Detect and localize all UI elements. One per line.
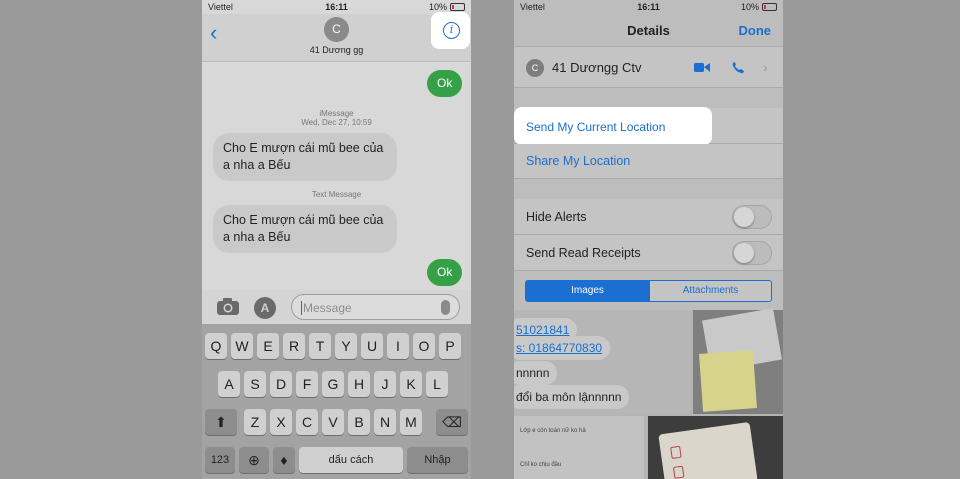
keyboard: Q W E R T Y U I O P A S D F G H J K L ⬆ … (202, 324, 471, 479)
key[interactable]: D (270, 371, 292, 397)
key[interactable]: T (309, 333, 331, 359)
chevron-right-icon: › (763, 59, 768, 75)
key[interactable]: K (400, 371, 422, 397)
attachment-text: đổi ba môn lậnnnnn (514, 385, 630, 409)
key[interactable]: I (387, 333, 409, 359)
return-key[interactable]: Nhập (407, 447, 468, 473)
tab-attachments[interactable]: Attachments (649, 281, 771, 301)
key[interactable]: U (361, 333, 383, 359)
key[interactable]: X (270, 409, 292, 435)
contact-name[interactable]: 41 Dương gg (202, 45, 471, 55)
share-location-button[interactable]: Share My Location (526, 154, 630, 168)
read-receipts-row: Send Read Receipts (514, 235, 783, 271)
received-bubble: Cho E mượn cái mũ bee của a nha a Bếu (213, 133, 397, 181)
sent-bubble: Ok (427, 259, 463, 286)
contact-name: 41 Dươngg Ctv (552, 60, 642, 75)
input-bar: A Message (202, 290, 471, 324)
key[interactable]: A (218, 371, 240, 397)
key[interactable]: H (348, 371, 370, 397)
key[interactable]: Z (244, 409, 266, 435)
key[interactable]: O (413, 333, 435, 359)
attachment-text: Lớp e còn toán nữ ko hả (520, 428, 586, 434)
avatar: C (526, 59, 544, 77)
status-bar: Viettel 16:11 10% (514, 0, 783, 14)
read-receipts-toggle[interactable] (732, 241, 772, 265)
sent-bubble: Ok (427, 70, 463, 97)
key[interactable]: F (296, 371, 318, 397)
timestamp: Wed, Dec 27, 10:59 (301, 118, 372, 127)
battery-percent: 10% (740, 2, 759, 12)
avatar[interactable]: C (324, 17, 349, 42)
globe-icon[interactable]: ⊕ (239, 447, 269, 473)
key[interactable]: M (400, 409, 422, 435)
card-photo (658, 421, 758, 479)
read-receipts-label: Send Read Receipts (526, 246, 641, 260)
numbers-key[interactable]: 123 (205, 447, 235, 473)
key[interactable]: Y (335, 333, 357, 359)
battery-percent: 10% (428, 2, 447, 12)
microphone-icon[interactable] (441, 300, 450, 315)
key[interactable]: C (296, 409, 318, 435)
attachments-gallery: 51021841 s: 01864770830 nnnnn đổi ba môn… (514, 308, 783, 479)
key[interactable]: B (348, 409, 370, 435)
battery-icon (450, 3, 465, 11)
dictation-mic-icon[interactable]: ♦ (273, 447, 295, 473)
key[interactable]: V (322, 409, 344, 435)
key[interactable]: R (283, 333, 305, 359)
contact-row[interactable]: C 41 Dươngg Ctv › (514, 46, 783, 88)
key[interactable]: S (244, 371, 266, 397)
hide-alerts-label: Hide Alerts (526, 210, 587, 224)
send-current-location-button[interactable]: Send My Current Location (526, 120, 665, 134)
attachment-text: nnnnn (514, 361, 558, 385)
messages-screen: Viettel 16:11 10% ‹ C 41 Dương gg i Ok i… (202, 0, 471, 479)
attachment-thumbnail[interactable] (648, 416, 783, 479)
received-bubble: Cho E mượn cái mũ bee của a nha a Bếu (213, 205, 397, 253)
back-chevron-icon[interactable]: ‹ (210, 20, 217, 46)
sticky-note-photo (699, 350, 757, 412)
key[interactable]: N (374, 409, 396, 435)
video-call-icon[interactable] (694, 62, 710, 73)
key[interactable]: L (426, 371, 448, 397)
key[interactable]: W (231, 333, 253, 359)
phone-call-icon[interactable] (732, 61, 745, 74)
camera-icon[interactable] (216, 298, 240, 316)
key[interactable]: E (257, 333, 279, 359)
key[interactable]: J (374, 371, 396, 397)
key[interactable]: P (439, 333, 461, 359)
hide-alerts-row: Hide Alerts (514, 199, 783, 235)
space-key[interactable]: dấu cách (299, 447, 403, 473)
key[interactable]: G (322, 371, 344, 397)
battery-icon (762, 3, 777, 11)
backspace-icon[interactable]: ⌫ (436, 409, 468, 435)
attachment-thumbnail[interactable]: 51021841 s: 01864770830 nnnnn đổi ba môn… (514, 310, 690, 414)
app-store-icon[interactable]: A (254, 297, 276, 319)
attachment-text: Chỉ ko chịu đầu (520, 462, 562, 468)
shift-key[interactable]: ⬆ (205, 409, 237, 435)
key[interactable]: Q (205, 333, 227, 359)
segmented-control: Images Attachments (525, 280, 772, 302)
message-placeholder: Message (303, 301, 352, 315)
details-header: Details Done (514, 14, 783, 46)
share-location-row[interactable]: Share My Location (514, 144, 783, 179)
attachment-thumbnail[interactable]: Lớp e còn toán nữ ko hả Chỉ ko chịu đầu (514, 416, 644, 479)
details-screen: Viettel 16:11 10% Details Done C 41 Dươn… (514, 0, 783, 479)
service-label: Text Message (311, 190, 362, 199)
message-input[interactable]: Message (291, 294, 460, 320)
hide-alerts-toggle[interactable] (732, 205, 772, 229)
info-icon[interactable]: i (443, 22, 460, 39)
done-button[interactable]: Done (739, 23, 772, 38)
tab-images[interactable]: Images (526, 281, 649, 301)
status-bar: Viettel 16:11 10% (202, 0, 471, 14)
attachment-text: s: 01864770830 (514, 336, 611, 360)
service-label: iMessage (319, 109, 354, 118)
